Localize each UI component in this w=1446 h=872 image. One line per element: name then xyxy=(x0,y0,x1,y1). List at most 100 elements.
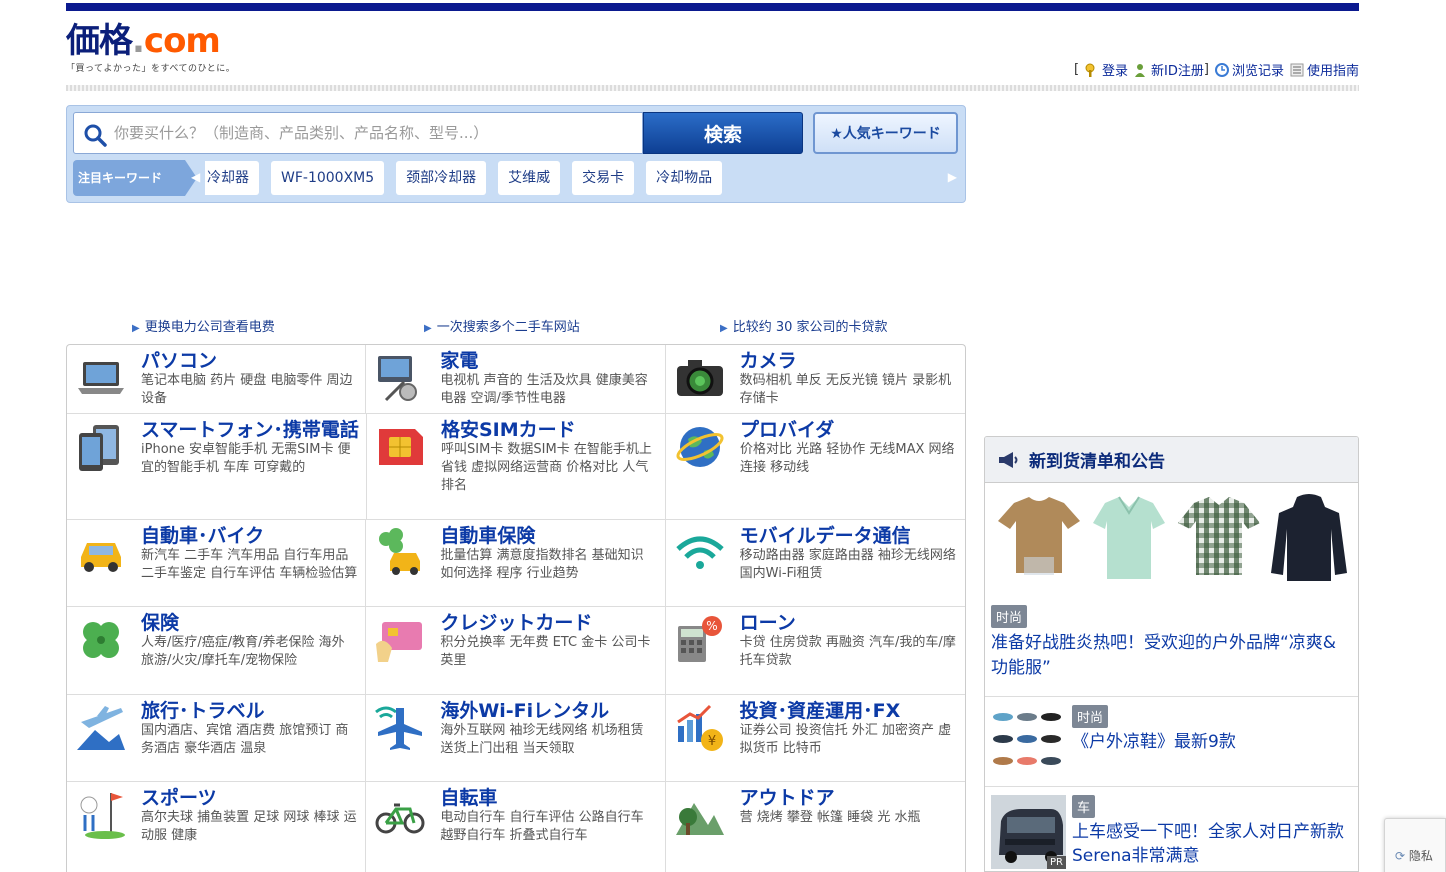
keywords-prev-icon[interactable]: ◀ xyxy=(191,170,200,184)
category-title[interactable]: 格安SIMカード xyxy=(441,419,657,441)
category-pc[interactable]: パソコン 笔记本电脑 药片 硬盘 电脑零件 周边设备 xyxy=(67,345,367,413)
keyword-chip[interactable]: 颈部冷却器 xyxy=(396,161,487,195)
category-provider[interactable]: プロバイダ 价格对比 光路 轻协作 无线MAX 网络连接 移动线 xyxy=(666,414,965,519)
svg-text:%: % xyxy=(706,619,717,633)
recaptcha-icon: ⟳ xyxy=(1395,849,1406,863)
category-row: スマートフォン･携帯電話 iPhone 安卓智能手机 无需SIM卡 便宜的智能手机… xyxy=(67,414,965,520)
news-featured[interactable]: 时尚 准备好战胜炎热吧！受欢迎的户外品牌“凉爽&功能服” xyxy=(985,483,1358,697)
category-travel[interactable]: 旅行･トラベル 国内酒店、宾馆 酒店费 旅馆预订 商务酒店 豪华酒店 温泉 xyxy=(67,695,367,781)
news-item-title[interactable]: 《户外凉鞋》最新9款 xyxy=(1072,730,1236,754)
popular-keywords-button[interactable]: ★人気キーワード xyxy=(813,112,958,154)
news-header: 新到货清单和公告 xyxy=(985,437,1358,483)
login-link[interactable]: 登录 xyxy=(1085,60,1128,79)
triangle-icon: ▶ xyxy=(720,323,728,334)
register-label: 新ID注册 xyxy=(1151,64,1204,79)
promo-link-used-car[interactable]: ▶ 一次搜索多个二手车网站 xyxy=(424,316,580,335)
category-sports[interactable]: スポーツ 高尔夫球 捕鱼装置 足球 网球 棒球 运动服 健康 xyxy=(67,782,367,872)
keywords-next-icon[interactable]: ▶ xyxy=(948,170,957,184)
laptop-icon xyxy=(78,362,124,394)
category-title[interactable]: モバイルデータ通信 xyxy=(740,525,957,547)
category-sub: 电视机 声音的 生活及炊具 健康美容电器 空调/季节性电器 xyxy=(440,373,648,406)
category-camera[interactable]: カメラ 数码相机 单反 无反光镜 镜片 录影机 存储卡 xyxy=(666,345,965,413)
golf-icon xyxy=(80,793,125,839)
category-title[interactable]: 海外Wi-Fiレンタル xyxy=(440,700,656,722)
guide-link[interactable]: 使用指南 xyxy=(1290,60,1359,79)
category-sub: 营 烧烤 攀登 帐篷 睡袋 光 水瓶 xyxy=(739,810,921,825)
category-car-insurance[interactable]: 自動車保険 批量估算 满意度指数排名 基础知识 如何选择 程序 行业趋势 xyxy=(366,520,666,606)
category-appliance[interactable]: 家電 电视机 声音的 生活及炊具 健康美容电器 空调/季节性电器 xyxy=(366,345,666,413)
news-tag: 时尚 xyxy=(1072,705,1109,728)
category-title[interactable]: スマートフォン･携帯電話 xyxy=(141,419,359,441)
category-title[interactable]: カメラ xyxy=(740,350,957,372)
category-title[interactable]: スポーツ xyxy=(141,787,357,809)
category-title[interactable]: クレジットカード xyxy=(440,612,656,634)
category-title[interactable]: ローン xyxy=(740,612,957,634)
category-wifi-rental[interactable]: 海外Wi-Fiレンタル 海外互联网 袖珍无线网络 机场租赁 送货上门出租 当天领取 xyxy=(366,695,666,781)
recaptcha-badge[interactable]: ⟳ 隐私 xyxy=(1384,818,1446,872)
promo-link-label: 一次搜索多个二手车网站 xyxy=(436,320,580,335)
smartphone-icon xyxy=(79,425,119,471)
category-title[interactable]: プロバイダ xyxy=(740,419,957,441)
logo-kakaku: 価格 xyxy=(66,21,133,61)
airplane-icon xyxy=(77,706,125,750)
clover-icon xyxy=(83,622,119,658)
keyword-chip[interactable]: 冷却物品 xyxy=(646,161,723,195)
category-title[interactable]: 自動車保険 xyxy=(440,525,656,547)
category-title[interactable]: アウトドア xyxy=(740,787,921,809)
key-icon xyxy=(1085,63,1095,77)
camera-icon xyxy=(676,360,723,396)
bracket-close: ] xyxy=(1203,62,1209,77)
news-featured-title[interactable]: 准备好战胜炎热吧！受欢迎的户外品牌“凉爽&功能服” xyxy=(991,631,1353,681)
plaid-shirt-icon xyxy=(1178,497,1261,575)
category-title[interactable]: 旅行･トラベル xyxy=(141,700,357,722)
news-item[interactable]: 时尚 《户外凉鞋》最新9款 xyxy=(985,697,1358,787)
car-insurance-icon xyxy=(379,528,421,575)
category-sub: 价格对比 光路 轻协作 无线MAX 网络连接 移动线 xyxy=(740,442,955,475)
promo-link-label: 比较约 30 家公司的卡贷款 xyxy=(732,320,888,335)
promo-link-electricity[interactable]: ▶ 更换电力公司查看电费 xyxy=(132,316,275,335)
keyword-chip[interactable]: 冷却器 xyxy=(205,161,259,195)
news-tag: 时尚 xyxy=(991,605,1028,628)
category-sub: 证券公司 投资信托 外汇 加密资产 虚拟货币 比特币 xyxy=(739,723,952,756)
search-icon xyxy=(84,124,107,147)
category-outdoor[interactable]: アウトドア营 烧烤 攀登 帐篷 睡袋 光 水瓶 xyxy=(666,782,965,872)
keyword-chip[interactable]: 艾维威 xyxy=(498,161,561,195)
category-insurance[interactable]: 保険 人寿/医疗/癌症/教育/养老保险 海外旅游/火灾/摩托车/宠物保险 xyxy=(67,607,367,694)
new-user-icon xyxy=(1135,63,1146,77)
category-car[interactable]: 自動車･バイク 新汽车 二手车 汽车用品 自行车用品 二手车鉴定 自行车评估 车辆… xyxy=(67,520,367,606)
news-panel: 新到货清单和公告 时尚 准备好战胜炎热吧！受欢迎的户外品牌“凉爽&功能服” 时尚… xyxy=(984,436,1359,872)
category-sub: 新汽车 二手车 汽车用品 自行车用品 二手车鉴定 自行车评估 车辆检验估算 xyxy=(141,548,358,581)
category-row: 旅行･トラベル 国内酒店、宾馆 酒店费 旅馆预订 商务酒店 豪华酒店 温泉 海外W… xyxy=(67,695,965,782)
pr-badge: PR xyxy=(1047,856,1066,869)
category-sub: 移动路由器 家庭路由器 袖珍无线网络 国内Wi-Fi租赁 xyxy=(739,548,956,581)
category-title[interactable]: 自転車 xyxy=(440,787,656,809)
category-credit-card[interactable]: クレジットカード 积分兑换率 无年费 ETC 金卡 公司卡 英里 xyxy=(366,607,666,694)
news-item-title[interactable]: 上车感受一下吧！全家人对日产新款Serena非常满意 xyxy=(1072,820,1352,868)
keyword-chip[interactable]: 交易卡 xyxy=(572,161,635,195)
triangle-icon: ▶ xyxy=(132,323,140,334)
register-link[interactable]: 新ID注册 xyxy=(1134,60,1204,79)
category-title[interactable]: 家電 xyxy=(440,350,656,372)
category-bicycle[interactable]: 自転車 电动自行车 自行车评估 公路自行车 越野自行车 折叠式自行车 xyxy=(366,782,666,872)
category-sim[interactable]: 格安SIMカード 呼叫SIM卡 数据SIM卡 在智能手机上省钱 虚拟网络运营商 价… xyxy=(367,414,666,519)
category-title[interactable]: 保険 xyxy=(141,612,357,634)
history-link[interactable]: 浏览记录 xyxy=(1214,60,1284,79)
site-logo[interactable]: 価格.com 「買ってよかった」をすべてのひとに。 xyxy=(66,22,235,74)
category-mobile-data[interactable]: モバイルデータ通信 移动路由器 家庭路由器 袖珍无线网络 国内Wi-Fi租赁 xyxy=(666,520,965,606)
category-smartphone[interactable]: スマートフォン･携帯電話 iPhone 安卓智能手机 无需SIM卡 便宜的智能手机… xyxy=(67,414,367,519)
news-item[interactable]: PR 车 上车感受一下吧！全家人对日产新款Serena非常满意 xyxy=(985,787,1358,871)
category-investment[interactable]: ¥ 投資･資産運用･FX 证券公司 投资信托 外汇 加密资产 虚拟货币 比特币 xyxy=(666,695,965,781)
header-divider xyxy=(66,85,1359,91)
promo-link-card-loan[interactable]: ▶ 比较约 30 家公司的卡贷款 xyxy=(720,316,888,335)
news-heading: 新到货清单和公告 xyxy=(1029,452,1165,472)
category-title[interactable]: パソコン xyxy=(141,350,357,372)
bicycle-icon xyxy=(375,803,425,834)
search-input[interactable] xyxy=(114,119,634,147)
category-loan[interactable]: % ローン 卡贷 住房贷款 再融资 汽车/我的车/摩托车贷款 xyxy=(666,607,965,694)
keyword-chip[interactable]: WF-1000XM5 xyxy=(271,161,385,195)
search-button[interactable]: 検索 xyxy=(643,112,803,154)
category-title[interactable]: 自動車･バイク xyxy=(141,525,357,547)
category-title[interactable]: 投資･資産運用･FX xyxy=(740,700,957,722)
car-thumbnail: PR xyxy=(991,795,1066,869)
svg-text:¥: ¥ xyxy=(708,734,716,749)
